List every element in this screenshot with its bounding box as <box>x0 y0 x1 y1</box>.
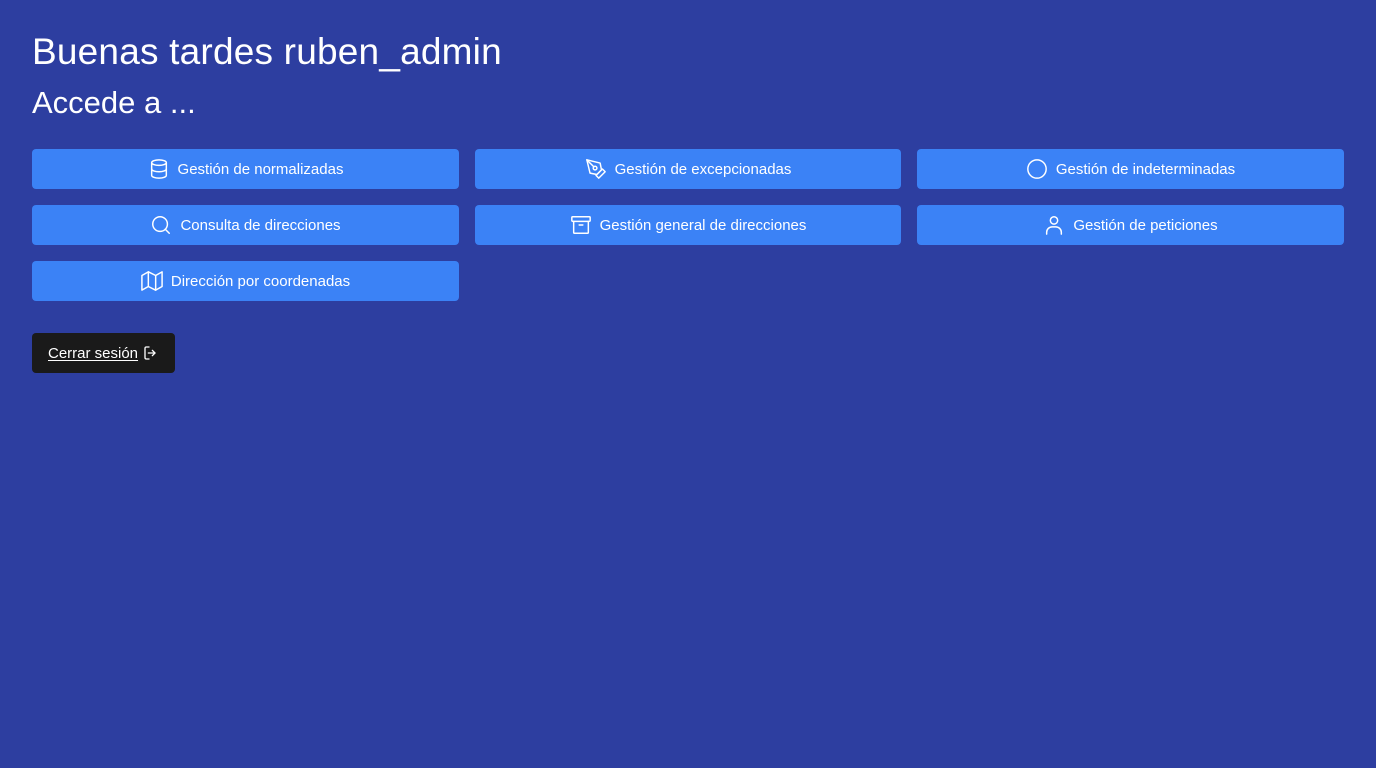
gestion-general-label: Gestión general de direcciones <box>599 216 807 234</box>
logout-label: Cerrar sesión <box>48 344 139 362</box>
consulta-direcciones-button[interactable]: Consulta de direcciones <box>32 205 459 245</box>
indeterminadas-button[interactable]: Gestión de indeterminadas <box>917 149 1344 189</box>
coordenadas-button[interactable]: Dirección por coordenadas <box>32 261 459 301</box>
greeting-title: Buenas tardes ruben_admin <box>32 31 502 72</box>
search-icon <box>150 214 172 236</box>
normalizadas-label: Gestión de normalizadas <box>177 160 344 178</box>
excepcionadas-label: Gestión de excepcionadas <box>614 160 792 178</box>
logout-icon <box>143 345 159 361</box>
peticiones-button[interactable]: Gestión de peticiones <box>917 205 1344 245</box>
archive-icon <box>570 214 592 236</box>
database-icon <box>148 158 170 180</box>
circle-icon <box>1026 158 1048 180</box>
map-icon <box>141 270 163 292</box>
home-page: Buenas tardes ruben_admin Accede a ... G… <box>0 0 1376 768</box>
navigation-grid: Gestión de normalizadas Gestión de excep… <box>32 149 1344 301</box>
gestion-general-button[interactable]: Gestión general de direcciones <box>475 205 901 245</box>
pen-tool-icon <box>585 158 607 180</box>
user-icon <box>1043 214 1065 236</box>
access-subtitle: Accede a ... <box>32 85 196 120</box>
coordenadas-label: Dirección por coordenadas <box>170 272 351 290</box>
excepcionadas-button[interactable]: Gestión de excepcionadas <box>475 149 901 189</box>
peticiones-label: Gestión de peticiones <box>1073 216 1218 234</box>
normalizadas-button[interactable]: Gestión de normalizadas <box>32 149 459 189</box>
logout-button[interactable]: Cerrar sesión <box>32 333 176 373</box>
consulta-direcciones-label: Consulta de direcciones <box>180 216 341 234</box>
indeterminadas-label: Gestión de indeterminadas <box>1055 160 1236 178</box>
